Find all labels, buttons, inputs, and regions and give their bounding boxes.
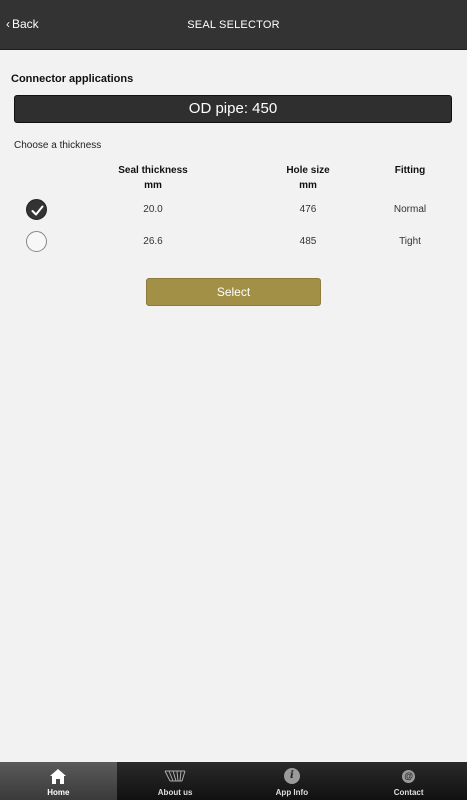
- seal-thickness-unit: mm: [144, 180, 162, 191]
- section-title: Connector applications: [11, 73, 134, 85]
- hole-size-cell: 485: [299, 235, 317, 247]
- bottom-tab-bar: Home About us i App Info @ Contact: [0, 762, 467, 800]
- choose-thickness-label: Choose a thickness: [14, 140, 102, 151]
- radio-button-unchecked[interactable]: [25, 230, 47, 252]
- logo-icon: [164, 766, 186, 786]
- hole-size-unit: mm: [299, 180, 317, 191]
- seal-thickness-header: Seal thickness mm: [58, 163, 248, 193]
- radio-column-header: [14, 163, 58, 193]
- seal-thickness-cell: 26.6: [143, 235, 163, 247]
- row-radio-cell[interactable]: [14, 193, 58, 225]
- top-bar: ‹ Back SEAL SELECTOR: [0, 0, 467, 50]
- fitting-cell: Tight: [399, 235, 421, 247]
- table-row[interactable]: 20.0 476 Normal: [14, 193, 452, 225]
- tab-contact[interactable]: @ Contact: [350, 762, 467, 800]
- tab-about-us[interactable]: About us: [116, 762, 234, 800]
- hole-size-header-label: Hole size: [286, 165, 330, 176]
- at-icon: @: [402, 766, 416, 786]
- tab-home[interactable]: Home: [0, 762, 117, 800]
- radio-button-checked[interactable]: [25, 198, 47, 220]
- table-row[interactable]: 26.6 485 Tight: [14, 225, 452, 257]
- tab-app-info[interactable]: i App Info: [233, 762, 351, 800]
- tab-app-info-label: App Info: [275, 788, 309, 797]
- select-button[interactable]: Select: [146, 278, 321, 306]
- page-title: SEAL SELECTOR: [187, 19, 280, 31]
- fitting-header-label: Fitting: [394, 165, 426, 176]
- hole-size-header: Hole size mm: [248, 163, 368, 193]
- row-radio-cell[interactable]: [14, 225, 58, 257]
- od-pipe-banner: OD pipe: 450: [14, 95, 452, 123]
- tab-about-us-label: About us: [157, 788, 193, 797]
- checkmark-icon: [31, 205, 43, 215]
- fitting-cell: Normal: [393, 203, 427, 215]
- fitting-header: Fitting: [368, 163, 452, 193]
- seal-thickness-cell: 20.0: [143, 203, 163, 215]
- home-icon: [49, 766, 67, 786]
- hole-size-cell: 476: [299, 203, 317, 215]
- tab-contact-label: Contact: [393, 788, 424, 797]
- thickness-table: Seal thickness mm Hole size mm Fitting 2…: [14, 163, 452, 257]
- seal-thickness-header-label: Seal thickness: [118, 165, 188, 176]
- info-icon: i: [283, 766, 300, 786]
- tab-home-label: Home: [47, 788, 70, 797]
- table-header-row: Seal thickness mm Hole size mm Fitting: [14, 163, 452, 193]
